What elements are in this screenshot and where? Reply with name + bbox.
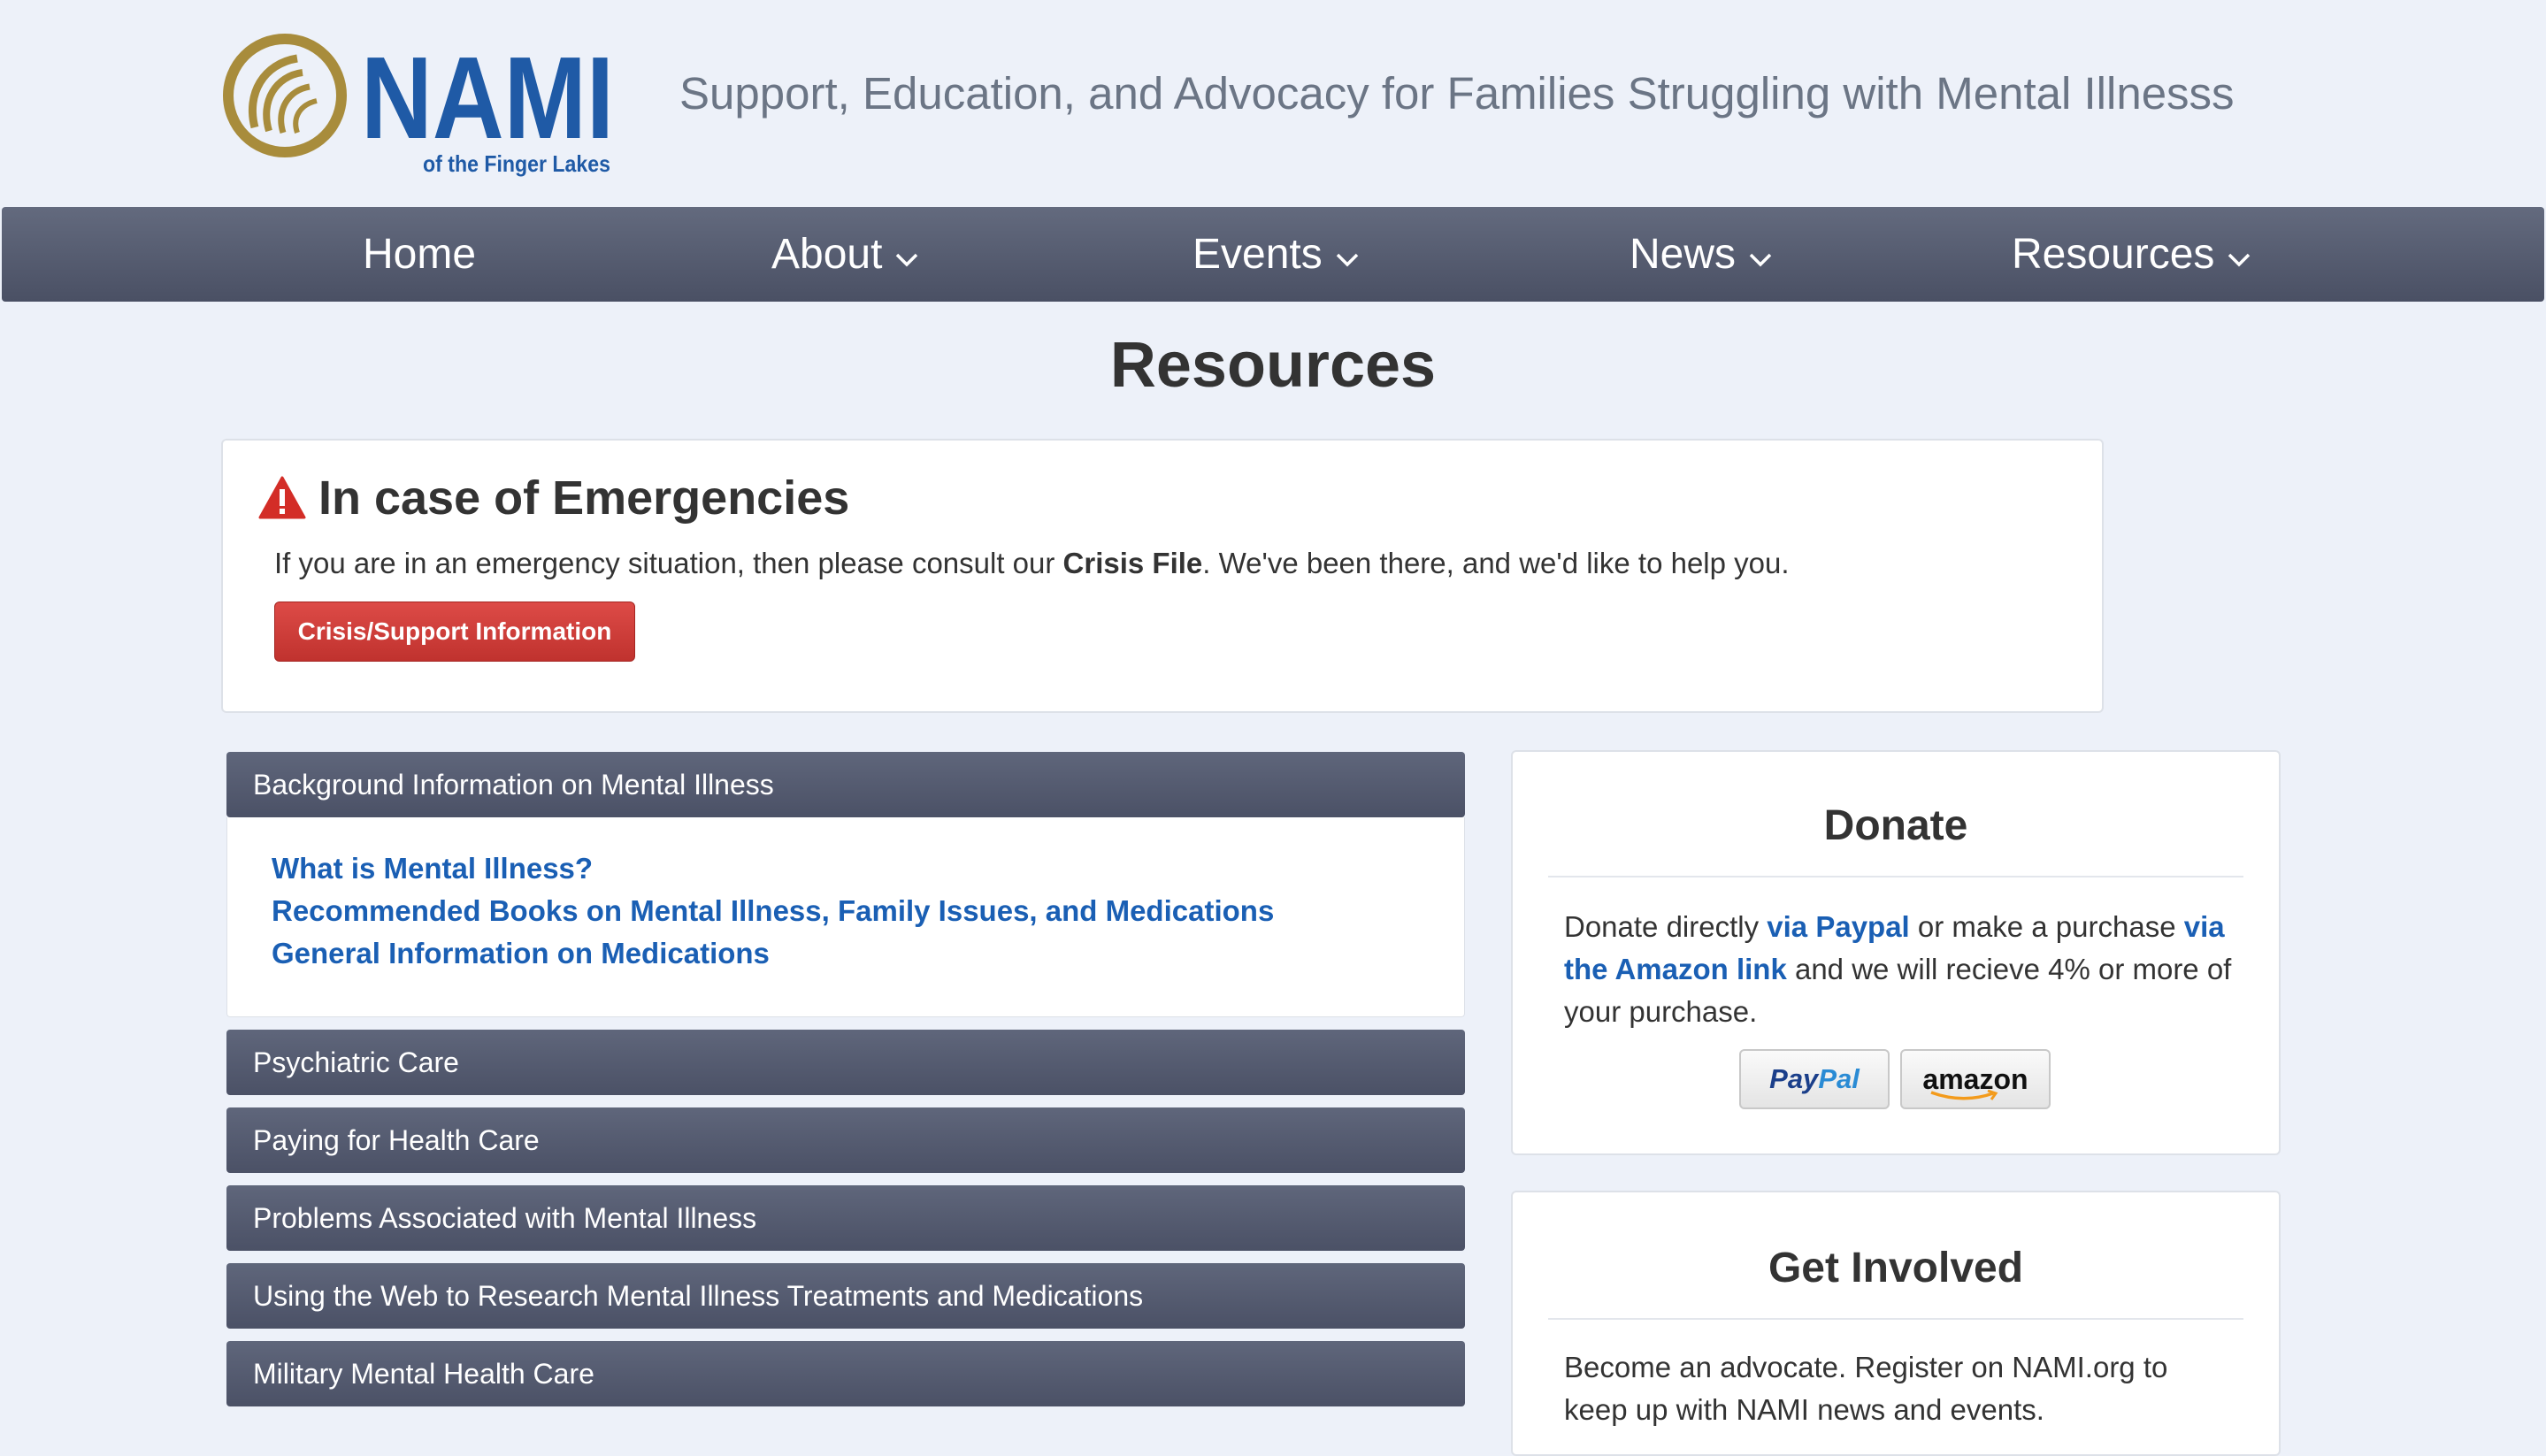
donate-text-2: or make a purchase	[1909, 910, 2184, 943]
paypal-link[interactable]: via Paypal	[1767, 910, 1909, 943]
crisis-support-button[interactable]: Crisis/Support Information	[274, 602, 635, 662]
emergency-heading: In case of Emergencies	[258, 471, 849, 525]
warning-icon	[258, 476, 306, 519]
main-navbar: Home About Events News Resources	[2, 207, 2544, 302]
accordion-header-problems[interactable]: Problems Associated with Mental Illness	[226, 1185, 1465, 1251]
nav-events[interactable]: Events	[1192, 207, 1360, 302]
nav-home-label: Home	[363, 231, 477, 278]
nav-news[interactable]: News	[1630, 207, 1773, 302]
get-involved-card: Get Involved Become an advocate. Registe…	[1511, 1191, 2281, 1456]
paypal-logo: PayPal	[1769, 1063, 1860, 1095]
nav-resources[interactable]: Resources	[2012, 207, 2251, 302]
get-involved-text: Become an advocate. Register on NAMI.org…	[1564, 1351, 2168, 1426]
link-medications-info[interactable]: General Information on Medications	[272, 932, 1464, 975]
site-header: NAMI of the Finger Lakes Support, Educat…	[0, 0, 2546, 207]
accordion-body-background: What is Mental Illness? Recommended Book…	[226, 817, 1465, 1017]
nav-news-label: News	[1630, 231, 1737, 278]
donate-text-1: Donate directly	[1564, 910, 1768, 943]
accordion-military: Military Mental Health Care	[226, 1341, 1465, 1406]
chevron-down-icon	[1748, 230, 1773, 279]
emergency-panel: In case of Emergencies If you are in an …	[221, 439, 2104, 713]
chevron-down-icon	[2227, 230, 2251, 279]
accordion-header-background[interactable]: Background Information on Mental Illness	[226, 752, 1465, 817]
paypal-button[interactable]: PayPal	[1739, 1049, 1890, 1109]
logo-wordmark: NAMI	[361, 33, 614, 163]
accordion-header-military[interactable]: Military Mental Health Care	[226, 1341, 1465, 1406]
logo-swirl-icon	[223, 34, 347, 157]
accordion-web-research: Using the Web to Research Mental Illness…	[226, 1263, 1465, 1329]
accordion-paying: Paying for Health Care	[226, 1107, 1465, 1173]
link-what-is-mental-illness[interactable]: What is Mental Illness?	[272, 847, 1464, 890]
emergency-message-start: If you are in an emergency situation, th…	[274, 547, 1063, 579]
logo-subtitle: of the Finger Lakes	[423, 150, 610, 177]
chevron-down-icon	[1335, 230, 1360, 279]
accordion-header-psychiatric[interactable]: Psychiatric Care	[226, 1030, 1465, 1095]
paypal-logo-pal: Pal	[1818, 1063, 1860, 1094]
nami-logo[interactable]: NAMI of the Finger Lakes	[221, 32, 619, 182]
nav-events-label: Events	[1192, 231, 1323, 278]
accordion-header-web-research[interactable]: Using the Web to Research Mental Illness…	[226, 1263, 1465, 1329]
amazon-smile-icon	[1930, 1089, 1998, 1100]
accordion-psychiatric: Psychiatric Care	[226, 1030, 1465, 1095]
paypal-logo-pay: Pay	[1769, 1063, 1819, 1094]
crisis-file-text: Crisis File	[1062, 547, 1203, 579]
donate-text: Donate directly via Paypal or make a pur…	[1564, 906, 2235, 1033]
donate-title: Donate	[1823, 802, 1968, 849]
amazon-button[interactable]: amazon	[1900, 1049, 2051, 1109]
accordion-header-paying[interactable]: Paying for Health Care	[226, 1107, 1465, 1173]
site-tagline: Support, Education, and Advocacy for Fam…	[679, 68, 2235, 119]
emergency-message: If you are in an emergency situation, th…	[274, 547, 1790, 580]
accordion-problems: Problems Associated with Mental Illness	[226, 1185, 1465, 1251]
chevron-down-icon	[894, 230, 919, 279]
amazon-logo: amazon	[1922, 1063, 2028, 1100]
nav-home[interactable]: Home	[363, 207, 476, 302]
get-involved-divider	[1548, 1318, 2243, 1320]
get-involved-title: Get Involved	[1768, 1245, 2024, 1291]
nav-about-label: About	[771, 231, 883, 278]
donate-card: Donate Donate directly via Paypal or mak…	[1511, 750, 2281, 1155]
page-title: Resources	[1109, 330, 1437, 401]
link-recommended-books[interactable]: Recommended Books on Mental Illness, Fam…	[272, 890, 1464, 932]
emergency-message-end: . We've been there, and we'd like to hel…	[1202, 547, 1790, 579]
accordion-background: Background Information on Mental Illness…	[226, 752, 1465, 1017]
donate-divider	[1548, 876, 2243, 877]
nav-about[interactable]: About	[771, 207, 919, 302]
nav-resources-label: Resources	[2012, 231, 2215, 278]
emergency-title: In case of Emergencies	[318, 471, 850, 525]
